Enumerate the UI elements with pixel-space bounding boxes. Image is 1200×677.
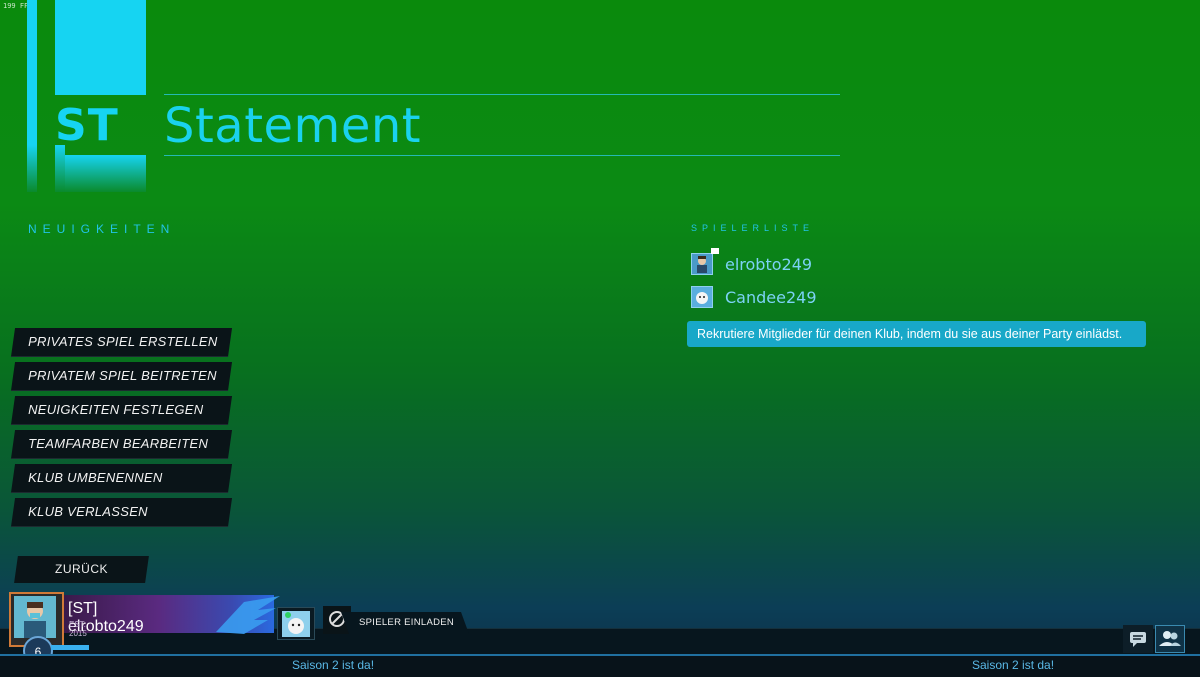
menu-edit-team-colors[interactable]: TEAMFARBEN BEARBEITEN [10,430,233,459]
roster-player[interactable]: Candee249 [691,285,817,309]
title-rule-bottom [164,155,840,156]
recruit-tooltip: Rekrutiere Mitglieder für deinen Klub, i… [687,321,1146,347]
player-avatar-icon [696,292,708,304]
leader-flag-icon [711,248,719,254]
ticker-message: Saison 2 ist da! [972,658,1055,672]
roster-heading: SPIELERLISTE [691,223,815,233]
ticker-message: Saison 2 ist da! [292,658,375,672]
menu-join-private-match[interactable]: PRIVATEM SPIEL BEITRETEN [10,362,233,391]
menu-set-news[interactable]: NEUIGKEITEN FESTLEGEN [10,396,233,425]
club-tag: ST [55,100,119,151]
menu-rename-club[interactable]: KLUB UMBENENNEN [10,464,233,493]
friends-icon[interactable] [1155,625,1185,653]
wing-emblem-icon [216,596,280,634]
player-name: Candee249 [725,287,817,307]
menu-create-private-match[interactable]: PRIVATES SPIEL ERSTELLEN [10,328,233,357]
chat-icon[interactable] [1123,625,1153,653]
roster-player[interactable]: elrobto249 [691,248,813,276]
profile-established: EST. 2015 [69,620,87,638]
back-button[interactable]: ZURÜCK [14,556,149,583]
menu-leave-club[interactable]: KLUB VERLASSEN [10,498,233,527]
club-menu: PRIVATES SPIEL ERSTELLEN PRIVATEM SPIEL … [10,328,233,532]
club-name: Statement [164,98,422,154]
player-avatar [691,286,713,308]
player-avatar-icon [697,256,707,273]
invite-player-button[interactable]: SPIELER EINLADEN [340,612,470,634]
party-avatar [282,611,310,637]
title-rule-top [164,94,840,95]
news-heading: NEUIGKEITEN [28,222,176,236]
avatar [14,596,56,638]
club-banner: ST [27,0,146,192]
player-avatar [691,248,719,275]
xp-bar [51,645,89,650]
news-ticker: Saison 2 ist da! Saison 2 ist da! [0,654,1200,677]
player-name: elrobto249 [725,254,813,274]
party-member-slot[interactable] [277,607,315,640]
